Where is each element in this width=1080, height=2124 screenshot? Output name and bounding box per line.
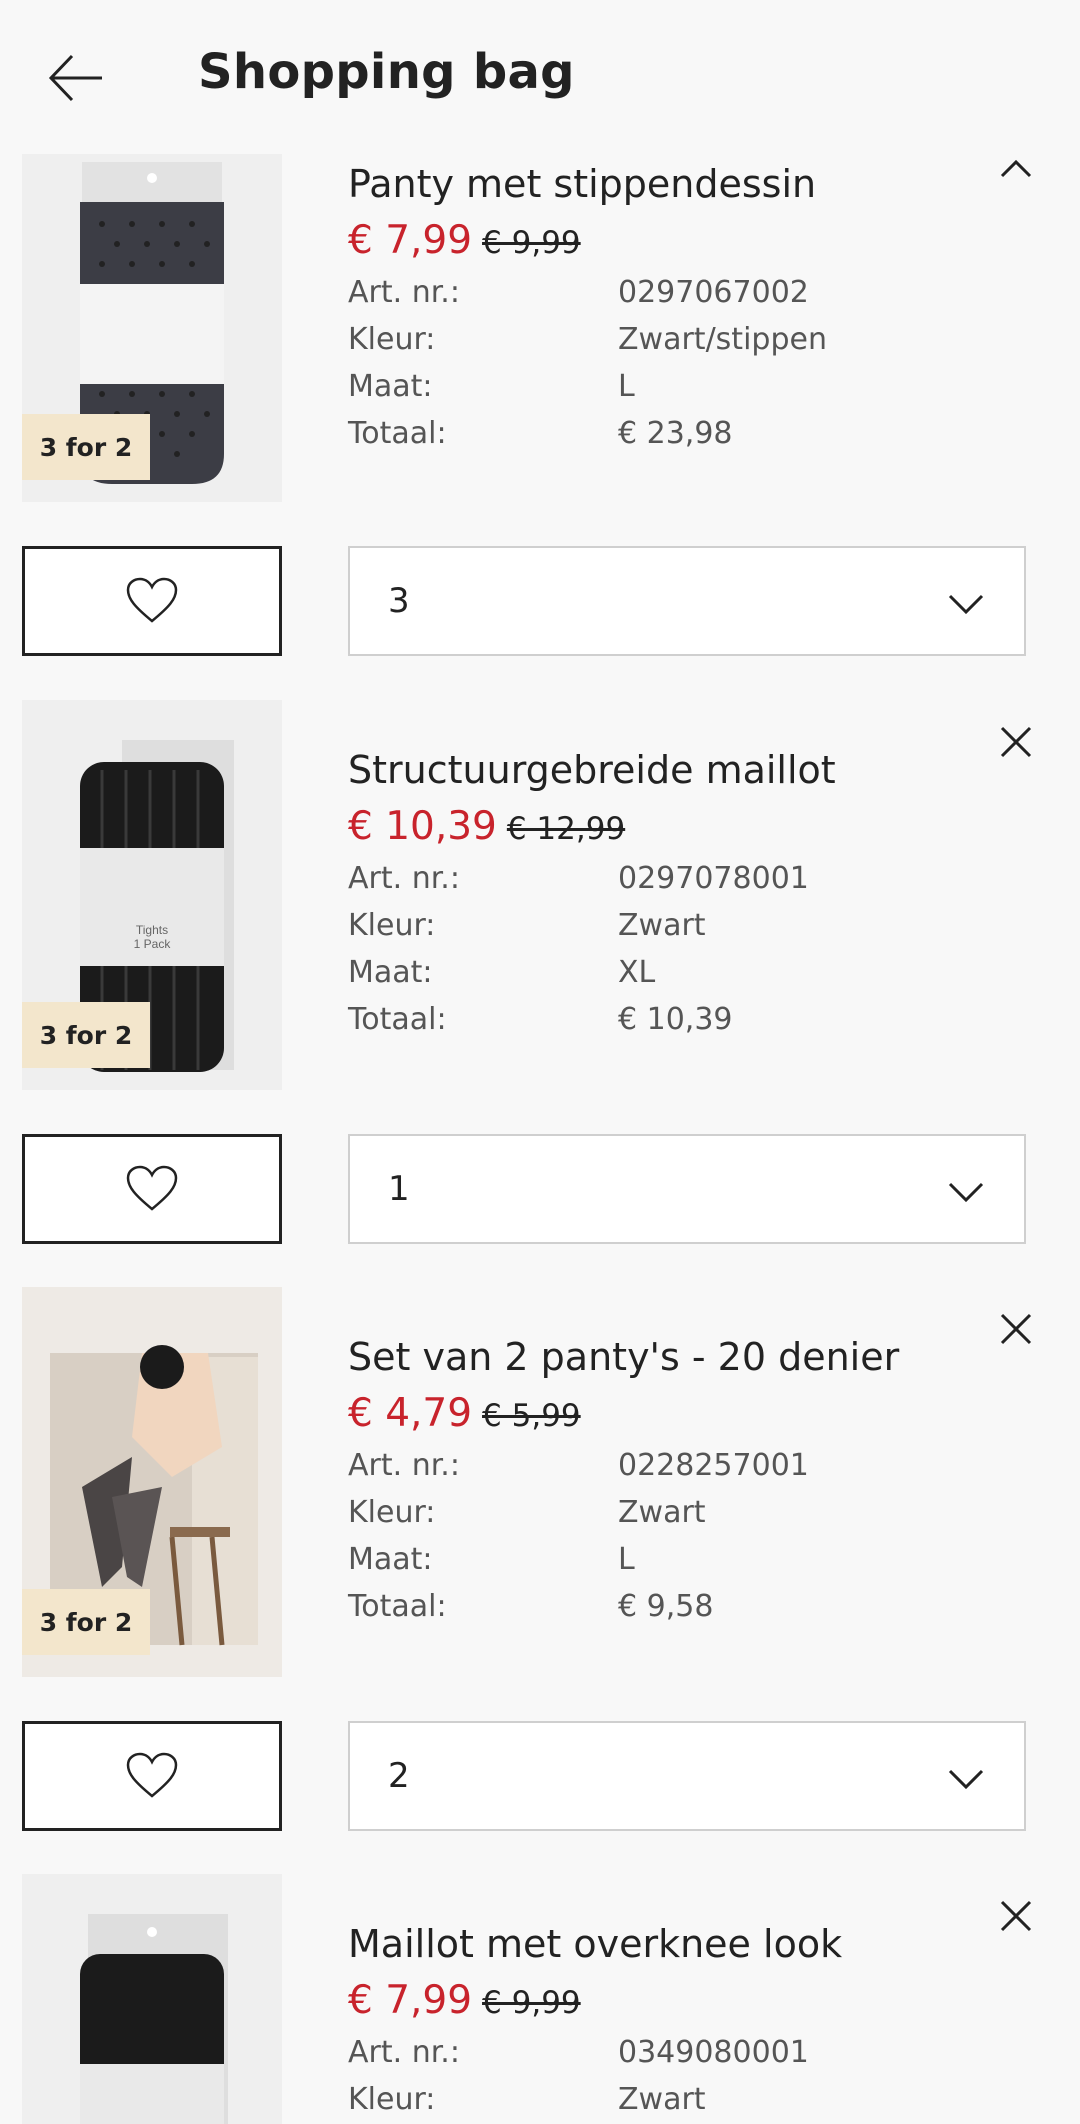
page-title: Shopping bag <box>198 44 575 100</box>
add-to-favorites-button[interactable] <box>22 1721 282 1831</box>
article-number-row: Art. nr.: 0297067002 <box>348 275 809 310</box>
color-row: Kleur: Zwart <box>348 908 706 943</box>
product-image[interactable] <box>22 1874 282 2124</box>
color-row: Kleur: Zwart <box>348 2082 706 2117</box>
promo-badge: 3 for 2 <box>22 1589 150 1655</box>
product-info: Structuurgebreide maillot € 10,39 € 12,9… <box>348 748 836 1037</box>
close-icon <box>1000 1313 1032 1345</box>
color-row: Kleur: Zwart/stippen <box>348 322 827 357</box>
quantity-select[interactable]: 3 <box>348 546 1026 656</box>
product-info: Maillot met overknee look € 7,99 € 9,99 … <box>348 1922 842 2117</box>
article-number-row: Art. nr.: 0349080001 <box>348 2035 809 2070</box>
remove-item-button[interactable] <box>992 1892 1040 1940</box>
product-image[interactable]: 3 for 2 <box>22 1287 282 1677</box>
product-name[interactable]: Panty met stippendessin <box>348 162 827 206</box>
collapse-button[interactable] <box>992 146 1040 194</box>
total-row: Totaal: € 23,98 <box>348 416 733 451</box>
chevron-up-icon <box>1000 159 1032 178</box>
remove-item-button[interactable] <box>992 718 1040 766</box>
svg-text:1 Pack: 1 Pack <box>134 937 172 951</box>
quantity-value: 3 <box>388 581 410 621</box>
product-info: Panty met stippendessin € 7,99 € 9,99 Ar… <box>348 162 827 451</box>
quantity-select[interactable]: 1 <box>348 1134 1026 1244</box>
add-to-favorites-button[interactable] <box>22 546 282 656</box>
arrow-left-icon <box>48 54 102 102</box>
heart-icon <box>126 577 178 623</box>
original-price: € 12,99 <box>506 811 626 847</box>
product-name[interactable]: Maillot met overknee look <box>348 1922 842 1966</box>
cart-item: Maillot met overknee look € 7,99 € 9,99 … <box>0 1874 1080 2124</box>
size-row: Maat: L <box>348 1542 635 1577</box>
sale-price: € 7,99 <box>348 1978 473 2023</box>
chevron-down-icon <box>948 1182 984 1203</box>
size-row: Maat: XL <box>348 955 656 990</box>
price-row: € 4,79 € 5,99 <box>348 1391 899 1436</box>
total-row: Totaal: € 9,58 <box>348 1589 714 1624</box>
price-row: € 7,99 € 9,99 <box>348 1978 842 2023</box>
total-row: Totaal: € 10,39 <box>348 1002 733 1037</box>
original-price: € 9,99 <box>482 1985 581 2021</box>
size-row: Maat: L <box>348 369 635 404</box>
color-row: Kleur: Zwart <box>348 1495 706 1530</box>
original-price: € 5,99 <box>482 1398 581 1434</box>
product-image[interactable]: Tights 1 Pack 3 for 2 <box>22 700 282 1090</box>
promo-badge: 3 for 2 <box>22 414 150 480</box>
app-header: Shopping bag <box>0 0 1080 150</box>
add-to-favorites-button[interactable] <box>22 1134 282 1244</box>
promo-badge: 3 for 2 <box>22 1002 150 1068</box>
original-price: € 9,99 <box>482 225 581 261</box>
article-number-row: Art. nr.: 0297078001 <box>348 861 809 896</box>
heart-icon <box>126 1165 178 1211</box>
heart-icon <box>126 1752 178 1798</box>
product-name[interactable]: Structuurgebreide maillot <box>348 748 836 792</box>
quantity-value: 1 <box>388 1169 410 1209</box>
chevron-down-icon <box>948 1769 984 1790</box>
product-info: Set van 2 panty's - 20 denier € 4,79 € 5… <box>348 1335 899 1624</box>
back-button[interactable] <box>44 46 108 110</box>
svg-text:Tights: Tights <box>136 923 168 937</box>
close-icon <box>1000 1900 1032 1932</box>
product-name[interactable]: Set van 2 panty's - 20 denier <box>348 1335 899 1379</box>
sale-price: € 7,99 <box>348 218 473 263</box>
sale-price: € 4,79 <box>348 1391 473 1436</box>
product-image[interactable]: 3 for 2 <box>22 154 282 502</box>
price-row: € 10,39 € 12,99 <box>348 804 836 849</box>
remove-item-button[interactable] <box>992 1305 1040 1353</box>
chevron-down-icon <box>948 594 984 615</box>
quantity-value: 2 <box>388 1756 410 1796</box>
quantity-select[interactable]: 2 <box>348 1721 1026 1831</box>
price-row: € 7,99 € 9,99 <box>348 218 827 263</box>
sale-price: € 10,39 <box>348 804 497 849</box>
close-icon <box>1000 726 1032 758</box>
article-number-row: Art. nr.: 0228257001 <box>348 1448 809 1483</box>
